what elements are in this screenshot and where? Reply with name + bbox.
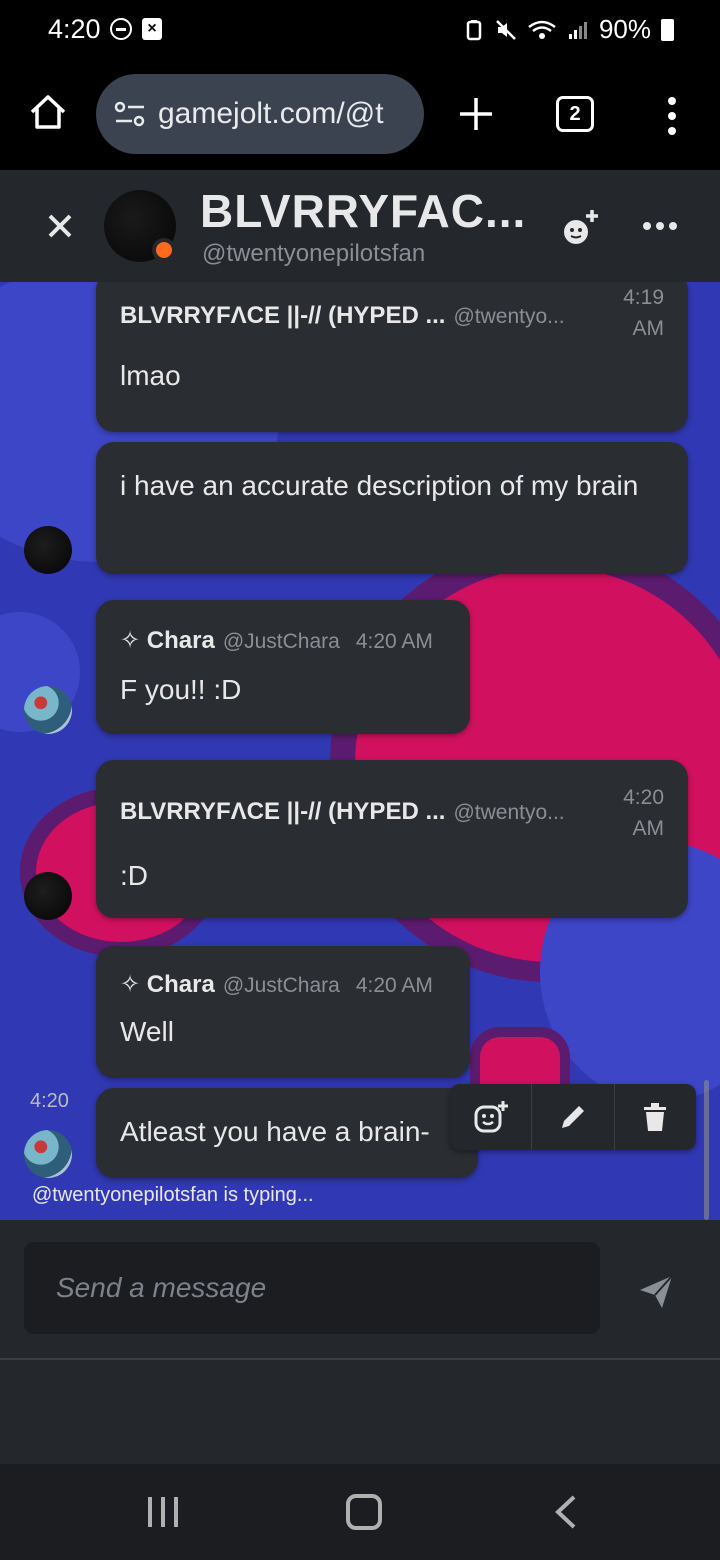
mute-icon (496, 19, 516, 40)
chat-header: BLVRRYFAC... @twentyonepilotsfan (0, 170, 720, 282)
message-text: lmao (120, 360, 181, 391)
message-author[interactable]: BLVRRYFΛCE ||-// (HYPED ... (120, 302, 445, 329)
message-actions-toolbar (450, 1084, 696, 1150)
edit-icon (561, 1106, 584, 1128)
close-icon[interactable] (44, 210, 76, 242)
message-time: AM (632, 317, 665, 340)
message-time: 4:20 (30, 1090, 69, 1112)
message-composer (0, 1220, 720, 1360)
sparkle-icon: ✧ (120, 627, 141, 654)
avatar[interactable] (24, 1130, 72, 1178)
battery-percent: 90% (598, 14, 651, 44)
chat-title[interactable]: BLVRRYFAC... (200, 184, 526, 238)
scrollbar[interactable] (704, 1080, 709, 1220)
message-time: 4:19 (623, 286, 664, 309)
composer-footer (0, 1360, 720, 1464)
more-options-icon[interactable] (642, 218, 678, 234)
message-bubble[interactable]: i have an accurate description of my bra… (96, 442, 688, 574)
add-reaction-icon (474, 1101, 508, 1133)
sparkle-icon: ✧ (120, 971, 141, 998)
home-nav-button[interactable] (346, 1494, 382, 1530)
message-time: 4:20 AM (355, 974, 433, 997)
message-handle: @twentyo... (453, 305, 565, 328)
avatar[interactable] (24, 526, 72, 574)
status-bar: 4:20 × 90% (0, 0, 720, 62)
message-handle: @JustChara (222, 974, 340, 997)
message-bubble[interactable]: BLVRRYFΛCE ||-// (HYPED ... @twentyo... 4… (96, 760, 688, 918)
message-time: AM (632, 817, 665, 840)
message-bubble[interactable]: BLVRRYFΛCE ||-// (HYPED ... @twentyo... 4… (96, 282, 688, 432)
status-time: 4:20 (48, 14, 101, 44)
message-bubble[interactable]: ✧ Chara @JustChara 4:20 AM Well (96, 946, 470, 1078)
message-bubble[interactable]: Atleast you have a brain- (96, 1088, 478, 1178)
message-author[interactable]: Chara (147, 627, 215, 654)
image-x-icon: × (142, 18, 162, 40)
message-text: :D (120, 860, 148, 891)
browser-toolbar: gamejolt.com/@t 2 (0, 62, 720, 170)
recent-apps-icon[interactable] (146, 1496, 180, 1528)
message-text: Atleast you have a brain- (120, 1116, 430, 1147)
avatar[interactable] (24, 872, 72, 920)
chat-username: @twentyonepilotsfan (202, 240, 426, 267)
chat-messages[interactable]: BLVRRYFΛCE ||-// (HYPED ... @twentyo... 4… (0, 282, 720, 1220)
battery-icon (661, 18, 674, 41)
url-text: gamejolt.com/@t (158, 97, 384, 130)
edit-button[interactable] (532, 1084, 615, 1150)
add-friend-icon[interactable] (560, 208, 600, 248)
home-icon[interactable] (28, 92, 68, 132)
message-time: 4:20 AM (355, 630, 433, 653)
message-text: F you!! :D (120, 674, 242, 705)
typing-indicator: @twentyonepilotsfan is typing... (32, 1184, 314, 1206)
message-input[interactable] (24, 1242, 600, 1334)
browser-menu-icon[interactable] (662, 96, 682, 136)
online-status-dot (152, 238, 176, 262)
message-bubble[interactable]: ✧ Chara @JustChara 4:20 AM F you!! :D (96, 600, 470, 734)
message-author[interactable]: BLVRRYFΛCE ||-// (HYPED ... (120, 798, 445, 825)
delete-icon (644, 1103, 667, 1131)
add-reaction-button[interactable] (450, 1084, 533, 1150)
message-text: Well (120, 1016, 174, 1047)
back-icon[interactable] (552, 1494, 578, 1530)
minus-circle-icon (110, 18, 132, 40)
avatar[interactable] (24, 686, 72, 734)
delete-button[interactable] (615, 1084, 696, 1150)
battery-saver-icon (466, 19, 482, 40)
system-nav-bar (0, 1464, 720, 1560)
tab-switcher-button[interactable]: 2 (556, 96, 594, 132)
signal-icon (568, 21, 587, 39)
message-time: 4:20 (623, 786, 664, 809)
send-icon[interactable] (638, 1274, 674, 1310)
message-handle: @twentyo... (453, 801, 565, 824)
site-settings-icon[interactable] (114, 100, 146, 128)
url-bar[interactable]: gamejolt.com/@t (96, 74, 424, 154)
message-handle: @JustChara (222, 630, 340, 653)
message-author[interactable]: Chara (147, 971, 215, 998)
wifi-icon (528, 20, 556, 39)
new-tab-icon[interactable] (456, 94, 496, 134)
message-text: i have an accurate description of my bra… (120, 470, 639, 501)
